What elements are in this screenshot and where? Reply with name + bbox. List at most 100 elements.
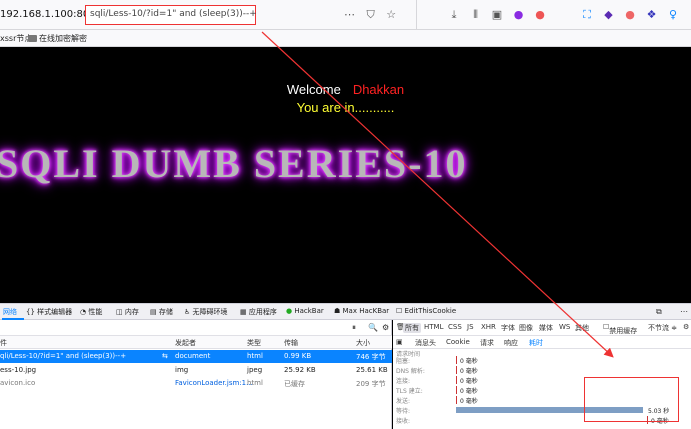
wait-bar: [456, 407, 643, 413]
bookmark-folder[interactable]: 在线加密解密: [28, 33, 87, 44]
tab-accessibility[interactable]: ♿ 无障碍环境: [184, 307, 228, 317]
search-icon[interactable]: 🔍: [368, 323, 378, 332]
filter-all[interactable]: 所有: [403, 323, 421, 333]
dock-icon[interactable]: ⧉: [656, 307, 662, 317]
welcome-label: Welcome: [286, 82, 341, 97]
memory-icon: ◫: [116, 308, 125, 316]
request-file: qli/Less-10/?id=1" and (sleep(3))--+: [0, 352, 127, 360]
devtools-tab-bar: 网络 {} 样式编辑器 ◔ 性能 ◫ 内存 ▤ 存储 ♿ 无障碍环境 ▦ 应用程…: [0, 303, 691, 320]
table-row[interactable]: qli/Less-10/?id=1" and (sleep(3))--+ ⇆ d…: [0, 350, 392, 363]
sidebar-icon[interactable]: ▣: [488, 8, 506, 21]
timing-row: 接收: 0 毫秒: [396, 416, 669, 425]
request-transferred: 0.99 KB: [284, 352, 312, 360]
tab-memory[interactable]: ◫ 内存: [116, 307, 139, 317]
extension-icon[interactable]: ●: [621, 8, 639, 21]
devtools-menu-icon[interactable]: ⋯: [680, 307, 688, 316]
toolbar-icons: ⤓ ⫴ ▣ ● ● ⛶ ◆ ● ❖ ♀ ≡: [445, 8, 691, 22]
address-bar[interactable]: sqli/Less-10/?id=1" and (sleep(3))--+: [85, 5, 257, 25]
request-size: 209 字节: [356, 380, 386, 388]
requests-toolbar: ⏸ 🔍 ⚙: [0, 320, 392, 336]
filter-js[interactable]: JS: [467, 323, 474, 331]
welcome-name: Dhakkan: [352, 82, 405, 97]
filter-fonts[interactable]: 字体: [501, 323, 515, 333]
menu-icon[interactable]: ≡: [686, 8, 691, 21]
tab-editthiscookie[interactable]: ☐ EditThisCookie: [396, 307, 456, 315]
hackbar-icon: ●: [286, 307, 293, 315]
column-type[interactable]: 类型: [247, 338, 261, 348]
tab-hackbar[interactable]: ● HackBar: [286, 307, 324, 315]
tab-headers[interactable]: 消息头: [415, 338, 436, 348]
tab-network[interactable]: 网络: [3, 307, 17, 317]
cookie-icon: ☐: [396, 307, 403, 315]
pause-icon[interactable]: ⏸: [352, 323, 356, 333]
request-transferred: 已缓存: [284, 380, 305, 388]
tab-storage[interactable]: ▤ 存储: [150, 307, 173, 317]
filter-other[interactable]: 其他: [575, 323, 589, 333]
status-message: You are in...........: [296, 100, 395, 115]
disable-cache-checkbox[interactable]: ☐ 禁用缓存: [603, 323, 637, 335]
tab-timings[interactable]: 耗时: [529, 338, 543, 348]
request-size: 25.61 KB: [356, 366, 388, 374]
tab-performance[interactable]: ◔ 性能: [80, 307, 102, 317]
bookmark-star-icon[interactable]: ☆: [386, 8, 396, 21]
folder-icon: [28, 35, 37, 42]
timing-row: 连接: 0 毫秒: [396, 376, 478, 385]
gear-icon[interactable]: ⚙: [683, 323, 689, 331]
timing-row-wait: 等待: 5.03 秒: [396, 407, 670, 415]
column-initiator[interactable]: 发起者: [175, 338, 196, 348]
tab-response[interactable]: 响应: [504, 338, 518, 348]
request-transferred: 25.92 KB: [284, 366, 316, 374]
timing-row: 发送: 0 毫秒: [396, 396, 478, 405]
address-bar-actions: ⋯ ⛉ ☆: [344, 8, 404, 22]
redirect-icon: ⇆: [162, 352, 168, 360]
download-icon[interactable]: ⤓: [445, 8, 463, 22]
request-size: 746 字节: [356, 353, 386, 361]
accessibility-icon: ♿: [184, 308, 193, 316]
pocket-icon[interactable]: ⛉: [367, 8, 375, 21]
settings-icon[interactable]: ⚙: [382, 323, 389, 332]
address-bar-url: sqli/Less-10/?id=1" and (sleep(3))--+: [90, 9, 257, 19]
more-icon[interactable]: ⋯: [344, 8, 355, 21]
request-initiator: img: [175, 366, 189, 374]
throttling-select[interactable]: 不节流 ≑: [648, 323, 677, 333]
request-type: jpeg: [247, 366, 263, 374]
max-hackbar-icon: ☗: [334, 307, 341, 315]
filter-media[interactable]: 媒体: [539, 323, 553, 333]
panel-icon[interactable]: ▣: [396, 338, 403, 346]
toolbar-divider: [416, 0, 417, 30]
filter-css[interactable]: CSS: [448, 323, 462, 331]
extension-icon[interactable]: ⛶: [578, 8, 596, 22]
detail-tabs: ▣ 消息头 Cookie 请求 响应 耗时: [393, 336, 691, 349]
page-content: Welcome Dhakkan You are in........... SQL…: [0, 48, 691, 303]
tab-cookies[interactable]: Cookie: [446, 338, 470, 346]
extension-icon[interactable]: ♀: [664, 8, 682, 21]
bookmarks-toolbar: xssr节点 在线加密解密: [0, 30, 691, 47]
column-transferred[interactable]: 传输: [284, 338, 298, 348]
extension-icon[interactable]: ◆: [600, 8, 618, 21]
column-file[interactable]: 件: [0, 338, 7, 348]
filter-ws[interactable]: WS: [559, 323, 570, 331]
filter-html[interactable]: HTML: [424, 323, 443, 331]
extension-icon[interactable]: ●: [510, 8, 528, 21]
requests-header: 件 发起者 类型 传输 大小: [0, 336, 392, 349]
timing-row: 阻塞: 0 毫秒: [396, 356, 478, 365]
tab-style-editor[interactable]: {} 样式编辑器: [26, 307, 72, 317]
request-type: html: [247, 379, 263, 387]
filter-xhr[interactable]: XHR: [481, 323, 496, 331]
column-size[interactable]: 大小: [356, 338, 370, 348]
filter-images[interactable]: 图像: [519, 323, 533, 333]
tab-request[interactable]: 请求: [480, 338, 494, 348]
extension-icon[interactable]: ●: [531, 8, 549, 21]
request-initiator[interactable]: FaviconLoader.jsm:1...: [175, 379, 253, 387]
tab-application[interactable]: ▦ 应用程序: [240, 307, 277, 317]
tab-max-hackbar[interactable]: ☗ Max HacKBar: [334, 307, 389, 315]
timing-panel: 🗑 所有 HTML CSS JS XHR 字体 图像 媒体 WS 其他 ☐ 禁用…: [393, 320, 691, 429]
table-row[interactable]: avicon.ico FaviconLoader.jsm:1... html 已…: [0, 377, 392, 390]
application-icon: ▦: [240, 308, 249, 316]
request-file: avicon.ico: [0, 379, 36, 387]
requests-panel: ⏸ 🔍 ⚙ 件 发起者 类型 传输 大小 qli/Less-10/?id=1" …: [0, 320, 392, 429]
library-icon[interactable]: ⫴: [467, 8, 485, 22]
table-row[interactable]: ess-10.jpg img jpeg 25.92 KB 25.61 KB: [0, 364, 392, 377]
request-filter-bar: 🗑 所有 HTML CSS JS XHR 字体 图像 媒体 WS 其他 ☐ 禁用…: [393, 320, 691, 336]
extension-icon[interactable]: ❖: [643, 8, 661, 21]
